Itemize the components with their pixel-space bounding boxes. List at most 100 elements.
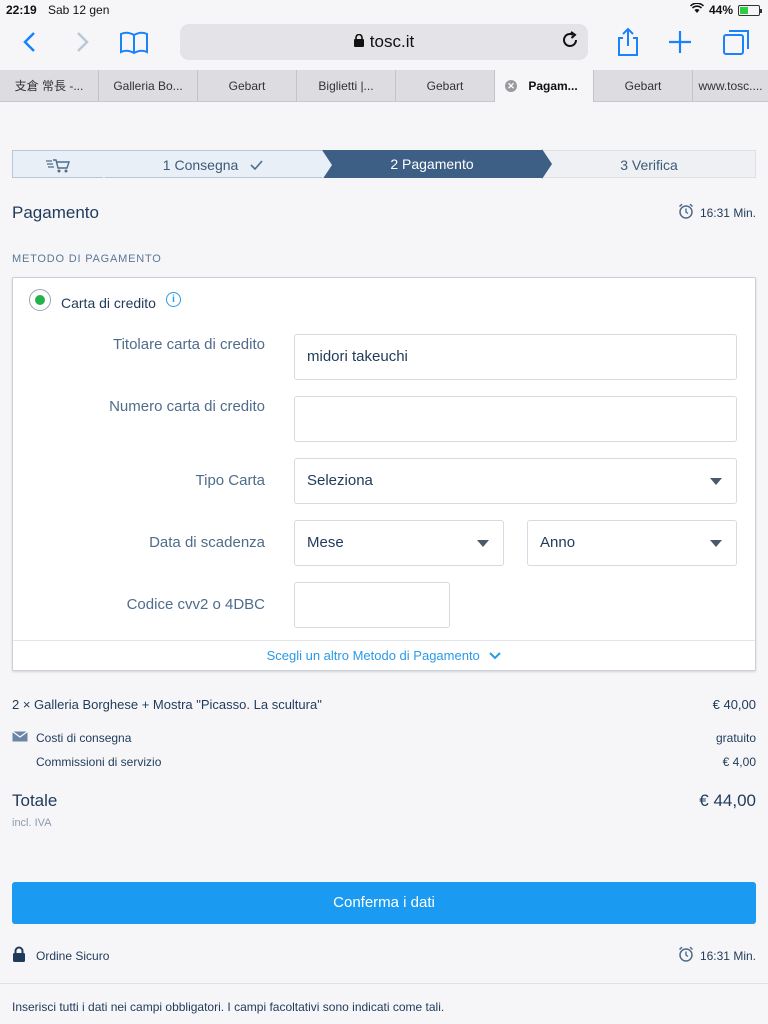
step-verifica: 3 Verifica [542,150,756,178]
tab-4[interactable]: Biglietti |... [297,70,396,102]
radio-selected-dot [35,295,45,305]
expiry-month-select[interactable]: Mese [294,520,504,566]
total-value: € 44,00 [699,791,756,810]
url-text: tosc.it [369,32,415,51]
new-tab-icon[interactable] [664,26,696,58]
bookmarks-icon[interactable] [118,26,150,58]
tab-label: www.tosc.... [698,79,763,93]
card-type-value: Seleziona [307,472,373,489]
cardholder-label: Titolare carta di credito [112,336,265,353]
browser-toolbar: tosc.it [0,20,768,70]
battery-percent: 44% [708,3,733,17]
item-price: € 40,00 [712,697,756,712]
cvv-input[interactable] [294,582,450,628]
card-type-select[interactable]: Seleziona [294,458,737,504]
cart-icon [45,157,71,173]
lock-icon [353,32,364,52]
dropdown-caret-icon [477,540,489,547]
tab-8[interactable]: www.tosc.... [693,70,768,102]
timer-text: 16:31 Min. [699,948,756,963]
session-timer-bottom: 16:31 Min. [678,946,756,965]
share-icon[interactable] [612,26,644,58]
tab-2[interactable]: Galleria Bo... [99,70,198,102]
close-tab-icon[interactable]: ✕ [505,80,517,92]
tab-label: Galleria Bo... [113,79,183,93]
step-arrow [542,149,552,179]
checkout-steps: 1 Consegna 2 Pagamento 3 Verifica [12,149,756,180]
secure-order: Ordine Sicuro [12,946,109,965]
step-label: 2 Pagamento [390,156,474,172]
lock-icon [12,946,26,965]
check-icon [250,157,263,173]
divider [0,983,768,984]
chevron-down-icon [489,648,502,663]
status-time: 22:19 [6,3,37,17]
status-date: Sab 12 gen [48,3,110,17]
tab-label: Gebart [426,79,464,93]
item-description: 2 × Galleria Borghese + Mostra "Picasso.… [12,697,322,712]
session-timer: 16:31 Min. [678,203,756,222]
tab-label: Gebart [624,79,662,93]
other-payment-method-link[interactable]: Scegli un altro Metodo di Pagamento [13,640,755,670]
fees-label: Commissioni di servizio [36,755,162,769]
tabs-overview-icon[interactable] [720,26,752,58]
timer-text: 16:31 Min. [699,205,756,220]
reload-icon[interactable] [560,30,580,56]
tab-label: Pagam... [528,79,578,93]
step-label: 1 Consegna [162,157,239,173]
step-arrow [103,150,113,180]
status-right: 44% [689,2,762,17]
info-icon[interactable]: i [166,292,181,307]
step-label: 3 Verifica [620,157,678,173]
payment-method-label: Carta di credito [61,295,156,311]
alarm-clock-icon [678,203,694,222]
card-number-label: Numero carta di credito [109,398,265,415]
payment-method-heading: METODO DI PAGAMENTO [12,253,162,265]
tab-6-active[interactable]: ✕ Pagam... [495,70,594,102]
status-bar: 22:19 Sab 12 gen 44% [0,0,768,20]
page-title: Pagamento [12,203,99,222]
expiry-label: Data di scadenza [149,534,265,551]
summary-item-row: 2 × Galleria Borghese + Mostra "Picasso.… [12,697,756,712]
dropdown-caret-icon [710,478,722,485]
cardholder-input[interactable]: midori takeuchi [294,334,737,380]
credit-card-radio[interactable] [29,289,51,311]
summary-fees-row: Commissioni di servizio € 4,00 [12,755,756,769]
dropdown-caret-icon [710,540,722,547]
tab-3[interactable]: Gebart [198,70,297,102]
expiry-month-value: Mese [307,534,344,551]
tab-5[interactable]: Gebart [396,70,495,102]
tab-7[interactable]: Gebart [594,70,693,102]
expiry-year-value: Anno [540,534,576,551]
envelope-icon [12,731,28,745]
battery-icon [738,4,762,16]
wifi-icon [689,2,705,17]
shipping-value: gratuito [715,731,756,745]
step-pagamento: 2 Pagamento [322,149,552,179]
card-number-input[interactable] [294,396,737,442]
tab-label: 支倉 常長 -... [14,79,84,93]
cvv-label: Codice cvv2 o 4DBC [126,596,265,613]
confirm-button[interactable]: Conferma i dati [12,882,756,924]
alarm-clock-icon [678,946,694,965]
tab-label: Biglietti |... [318,79,374,93]
battery-fill [740,6,748,14]
step-cart[interactable] [12,150,113,180]
tax-note: incl. IVA [12,817,52,829]
step-arrow [322,150,332,180]
summary-shipping-row: Costi di consegna gratuito [12,731,756,745]
fees-value: € 4,00 [722,755,756,769]
forward-icon[interactable] [66,26,98,58]
card-type-label: Tipo Carta [195,472,265,489]
total-label: Totale [12,791,58,810]
expiry-year-select[interactable]: Anno [527,520,737,566]
back-icon[interactable] [14,26,46,58]
checkout-page: 1 Consegna 2 Pagamento 3 Verifica Pagame… [0,103,768,1024]
tab-label: Gebart [228,79,266,93]
shipping-label: Costi di consegna [36,731,132,745]
tab-1[interactable]: 支倉 常長 -... [0,70,99,102]
required-fields-note: Inserisci tutti i dati nei campi obbliga… [12,1000,445,1014]
address-bar[interactable]: tosc.it [180,24,588,60]
step-consegna[interactable]: 1 Consegna [104,150,332,180]
tab-bar: 支倉 常長 -... Galleria Bo... Gebart Bigliet… [0,70,768,102]
